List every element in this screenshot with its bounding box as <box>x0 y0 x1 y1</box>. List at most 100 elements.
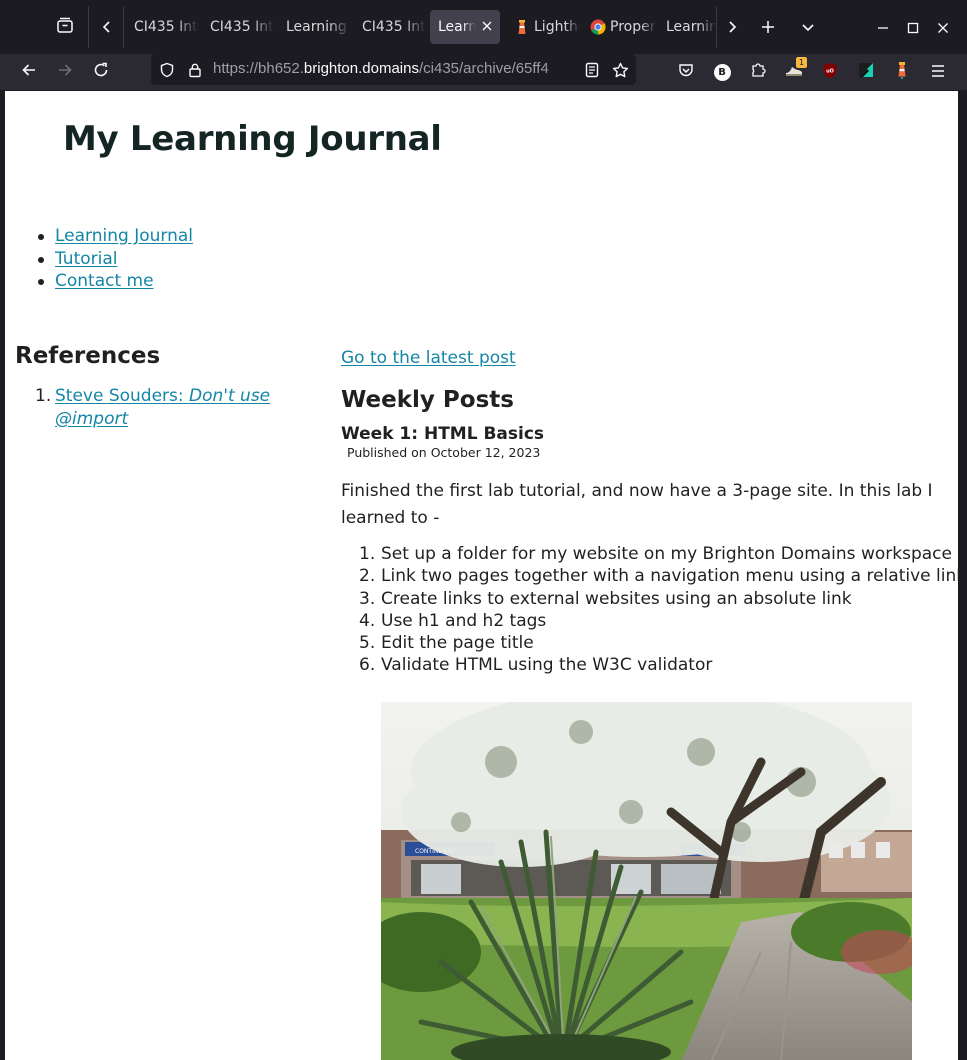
maximize-icon <box>907 19 919 38</box>
nav-link-learning-journal[interactable]: Learning Journal <box>55 226 193 246</box>
account-button[interactable]: B <box>706 56 738 88</box>
tab-label: Lighthouse <box>534 19 580 35</box>
list-number: 4. <box>359 610 376 631</box>
post-date: Published on October 12, 2023 <box>347 445 541 460</box>
nav-item: Learning Journal <box>35 225 193 248</box>
url-host: brighton.domains <box>303 60 419 77</box>
list-item: 6. Validate HTML using the W3C validator <box>341 654 953 676</box>
ublock-origin-button[interactable]: uO <box>814 56 846 88</box>
extension-notifier-button[interactable]: 1 <box>778 56 810 88</box>
forward-button[interactable] <box>49 56 81 88</box>
star-icon <box>612 62 628 77</box>
tab-label: Learning Journal <box>666 19 716 35</box>
browser-tab-active[interactable]: Learning Journal <box>430 10 500 44</box>
tab-groups-icon <box>56 17 74 39</box>
list-text: Validate HTML using the W3C validator <box>381 655 713 676</box>
list-text: Use h1 and h2 tags <box>381 610 547 631</box>
list-number: 6. <box>359 655 376 676</box>
browser-tab[interactable]: Learning Journal <box>658 10 716 44</box>
svg-text:uO: uO <box>826 68 834 74</box>
extension-tile-icon <box>858 62 874 82</box>
reference-number: 1. <box>35 386 52 406</box>
browser-tab[interactable]: CI435 Intro <box>354 10 426 44</box>
colorful-extension-button[interactable] <box>850 56 882 88</box>
url-path: /ci435/archive/65ff4 <box>418 60 549 77</box>
close-window-button[interactable] <box>927 12 959 44</box>
tab-strip: CI435 Intro CI435 Intro Learning Journal… <box>0 0 967 54</box>
app-menu-button[interactable] <box>922 56 954 88</box>
browser-tab[interactable]: Learning Journal <box>278 10 350 44</box>
tab-label: Learning Journal <box>438 19 476 35</box>
references-heading: References <box>15 343 161 369</box>
ublock-shield-icon: uO <box>822 62 838 83</box>
tracking-protection-shield-icon[interactable] <box>158 61 176 79</box>
list-number: 1. <box>359 544 376 564</box>
minimize-icon <box>877 19 889 38</box>
nav-item: Tutorial <box>35 248 193 271</box>
list-all-tabs-button[interactable] <box>792 12 824 44</box>
list-item: 3. Create links to external websites usin… <box>341 588 953 610</box>
tab-label: CI435 Intro <box>210 19 274 35</box>
browser-tab[interactable]: Properties <box>584 10 656 44</box>
minimize-button[interactable] <box>867 12 899 44</box>
chevron-right-icon <box>725 19 739 38</box>
lock-icon[interactable] <box>186 61 204 79</box>
maximize-button[interactable] <box>897 12 929 44</box>
tab-label: CI435 Intro <box>362 19 426 35</box>
extensions-button[interactable] <box>742 56 774 88</box>
back-button[interactable] <box>13 56 45 88</box>
pocket-icon <box>678 62 694 82</box>
bookmark-star-button[interactable] <box>611 61 629 79</box>
list-item: 1. Set up a folder for my website on my B… <box>341 543 953 565</box>
post-photo: CONTINENTAL BAGS · TENTS <box>381 702 912 1060</box>
chevron-left-icon <box>100 19 114 38</box>
lighthouse-icon <box>895 61 909 83</box>
plus-icon <box>761 19 775 38</box>
post-intro: Finished the first lab tutorial, and now… <box>341 481 933 528</box>
browser-tab[interactable]: CI435 Intro <box>202 10 274 44</box>
list-text: Create links to external websites using … <box>381 588 852 609</box>
new-tab-button[interactable] <box>752 12 784 44</box>
scroll-tabs-right-button[interactable] <box>716 12 748 44</box>
account-avatar-icon: B <box>713 63 731 81</box>
latest-post-link[interactable]: Go to the latest post <box>341 348 516 368</box>
list-item: 5. Edit the page title <box>341 632 953 654</box>
list-number: 3. <box>359 588 376 609</box>
list-item: 4. Use h1 and h2 tags <box>341 610 953 632</box>
pocket-button[interactable] <box>670 56 702 88</box>
nav-link-contact[interactable]: Contact me <box>55 271 154 291</box>
nav-link-tutorial[interactable]: Tutorial <box>55 249 118 269</box>
hamburger-menu-icon <box>930 63 946 82</box>
tab-label: Learning Journal <box>286 19 350 35</box>
list-text: Link two pages together with a navigatio… <box>381 566 958 587</box>
tab-groups-button[interactable] <box>49 12 81 44</box>
lighthouse-extension-button[interactable] <box>886 56 918 88</box>
list-text: Set up a folder for my website on my Bri… <box>381 544 952 564</box>
weekly-posts-heading: Weekly Posts <box>341 387 514 413</box>
arrow-right-icon <box>57 62 73 82</box>
reload-button[interactable] <box>85 56 117 88</box>
url-text[interactable]: https://bh652.brighton.domains/ci435/arc… <box>213 60 573 77</box>
reader-view-button[interactable] <box>583 61 601 79</box>
reference-author: Steve Souders: <box>55 386 190 406</box>
references-list: 1. Steve Souders: Don't use @import <box>35 385 285 430</box>
nav-item: Contact me <box>35 270 193 293</box>
tab-label: CI435 Intro <box>134 19 198 35</box>
address-bar[interactable]: https://bh652.brighton.domains/ci435/arc… <box>151 54 636 85</box>
browser-tab[interactable]: Lighthouse <box>508 10 580 44</box>
arrow-left-icon <box>21 62 37 82</box>
reference-link[interactable]: Steve Souders: Don't use @import <box>55 386 270 429</box>
close-tab-button[interactable] <box>478 18 496 36</box>
list-number: 5. <box>359 633 376 654</box>
tab-label: Properties <box>610 19 656 35</box>
site-navigation: Learning Journal Tutorial Contact me <box>35 225 193 293</box>
tab-separator <box>88 6 89 48</box>
list-item: 2. Link two pages together with a navigat… <box>341 565 958 587</box>
close-icon <box>482 19 492 35</box>
scroll-tabs-left-button[interactable] <box>91 12 123 44</box>
page-title: My Learning Journal <box>63 119 442 159</box>
browser-tab[interactable]: CI435 Intro <box>126 10 198 44</box>
tab-separator <box>123 6 124 48</box>
main-content: Go to the latest post Weekly Posts Week … <box>341 347 958 677</box>
reader-view-icon <box>585 62 599 78</box>
